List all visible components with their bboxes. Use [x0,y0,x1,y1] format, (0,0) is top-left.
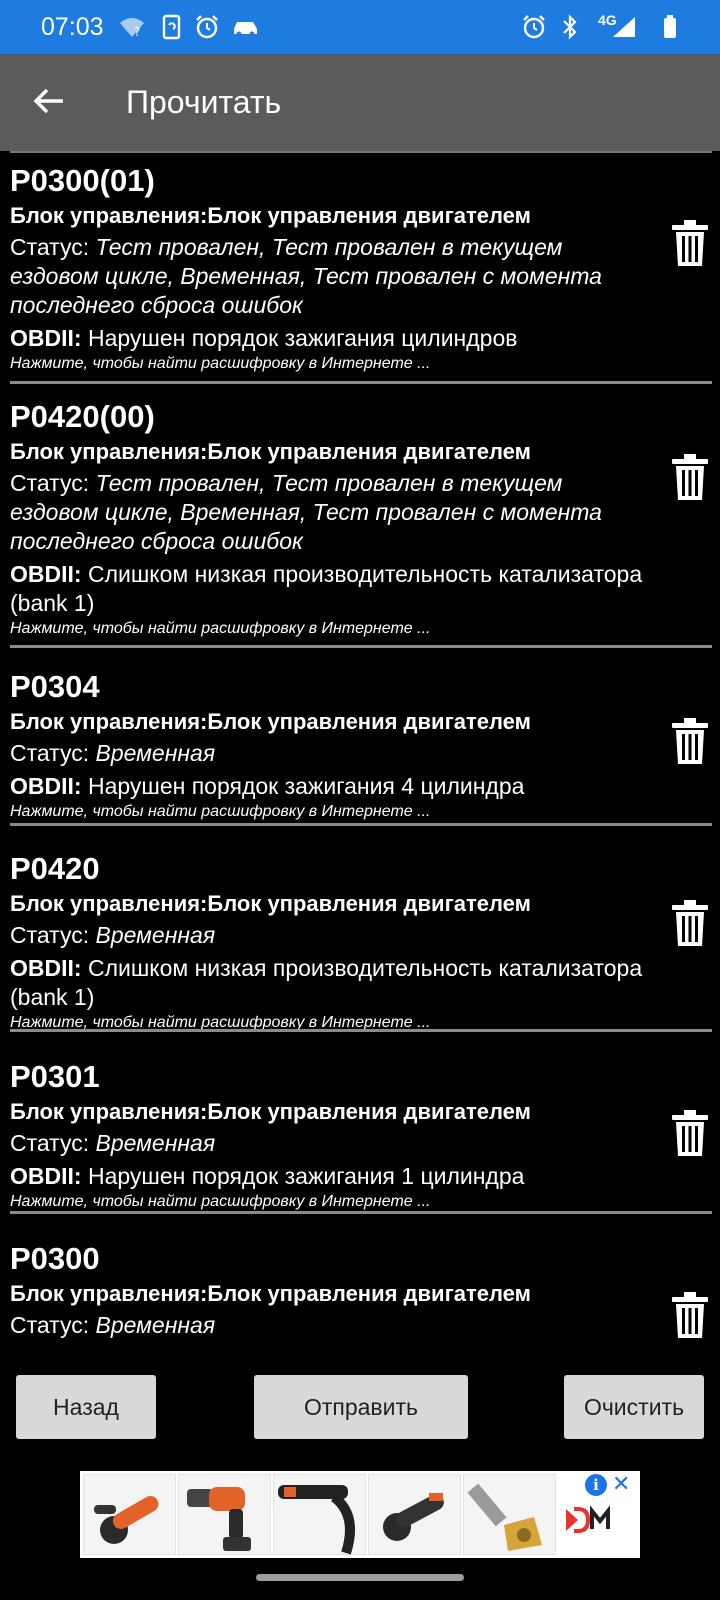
send-button[interactable]: Отправить [254,1375,468,1439]
dtc-code: P0301 [10,1059,100,1094]
dtc-code: P0420(00) [10,399,155,434]
dtc-item[interactable]: P0420(00) Блок управления:Блок управлени… [0,399,720,661]
divider [10,151,712,153]
dtc-list[interactable]: P0300(01) Блок управления:Блок управлени… [0,151,720,1343]
divider [10,645,712,648]
clear-button[interactable]: Очистить [564,1375,704,1439]
divider [10,381,712,384]
dtc-module: Блок управления:Блок управления двигател… [10,709,531,734]
ad-product-electric-screwdriver[interactable] [273,1474,366,1555]
dtc-code: P0304 [10,669,100,704]
ad-product-drill[interactable] [178,1474,271,1555]
divider [10,1211,712,1214]
dtc-module: Блок управления:Блок управления двигател… [10,439,531,464]
dtc-obd-description: OBDII: Слишком низкая производительность… [10,561,643,616]
trash-icon[interactable] [670,1291,710,1339]
battery-icon [656,13,684,41]
dtc-item[interactable]: P0300 Блок управления:Блок управления дв… [0,1241,720,1343]
dtc-status: Статус: Тест провален, Тест провален в т… [10,234,602,318]
dtc-item[interactable]: P0420 Блок управления:Блок управления дв… [0,851,720,1041]
car-icon [230,13,262,41]
dtc-item[interactable]: P0300(01) Блок управления:Блок управлени… [0,163,720,395]
dtc-item[interactable]: P0301 Блок управления:Блок управления дв… [0,1059,720,1219]
wifi-question-icon: ? [118,13,146,41]
app-bar: Прочитать [0,54,720,151]
back-arrow-button[interactable] [24,76,74,126]
status-time: 07:03 [41,13,104,41]
dtc-module: Блок управления:Блок управления двигател… [10,203,531,228]
dtc-obd-description: OBDII: Слишком низкая производительность… [10,955,643,1010]
dtc-obd-description: OBDII: Нарушен порядок зажигания цилиндр… [10,325,518,351]
alarm-icon [193,13,221,41]
dm-logo-icon[interactable] [564,1505,614,1540]
dtc-search-hint[interactable]: Нажмите, чтобы найти расшифровку в Интер… [10,1191,650,1213]
dtc-code: P0420 [10,851,100,886]
dtc-status: Статус: Временная [10,922,216,948]
page-title: Прочитать [126,84,282,120]
dtc-code: P0300(01) [10,163,155,198]
dtc-code: P0300 [10,1241,100,1276]
gesture-nav-bar[interactable] [256,1574,464,1581]
trash-icon[interactable] [670,1109,710,1157]
dtc-status: Статус: Временная [10,1130,216,1156]
sync-phone-icon [158,13,186,41]
dtc-item[interactable]: P0304 Блок управления:Блок управления дв… [0,669,720,831]
ad-product-router-bit[interactable] [463,1474,556,1555]
divider [10,823,712,826]
info-icon[interactable]: i [585,1474,607,1496]
dtc-search-hint[interactable]: Нажмите, чтобы найти расшифровку в Интер… [10,618,650,640]
close-icon[interactable]: ✕ [612,1471,630,1497]
dtc-status: Статус: Временная [10,740,216,766]
trash-icon[interactable] [670,717,710,765]
ad-banner[interactable]: i ✕ [80,1471,640,1558]
trash-icon[interactable] [670,453,710,501]
trash-icon[interactable] [670,219,710,267]
bluetooth-icon [556,13,584,41]
arrow-left-icon [33,88,63,114]
dtc-status: Статус: Временная [10,1312,216,1338]
signal-icon [610,13,638,41]
dtc-search-hint[interactable]: Нажмите, чтобы найти расшифровку в Интер… [10,801,650,823]
dtc-search-hint[interactable]: Нажмите, чтобы найти расшифровку в Интер… [10,353,650,375]
dtc-module: Блок управления:Блок управления двигател… [10,1099,531,1124]
dtc-obd-description: OBDII: Нарушен порядок зажигания 4 цилин… [10,773,525,799]
trash-icon[interactable] [670,899,710,947]
back-button[interactable]: Назад [16,1375,156,1439]
ad-product-angle-grinder[interactable] [83,1474,176,1555]
dtc-status: Статус: Тест провален, Тест провален в т… [10,470,602,554]
divider [10,1029,712,1032]
status-bar: 07:03 ? 4G [0,0,720,54]
dtc-module: Блок управления:Блок управления двигател… [10,891,531,916]
alarm-icon [520,13,548,41]
dtc-obd-description: OBDII: Нарушен порядок зажигания 1 цилин… [10,1163,525,1189]
dtc-module: Блок управления:Блок управления двигател… [10,1281,531,1306]
ad-product-angle-grinder[interactable] [368,1474,461,1555]
svg-text:?: ? [134,25,140,39]
